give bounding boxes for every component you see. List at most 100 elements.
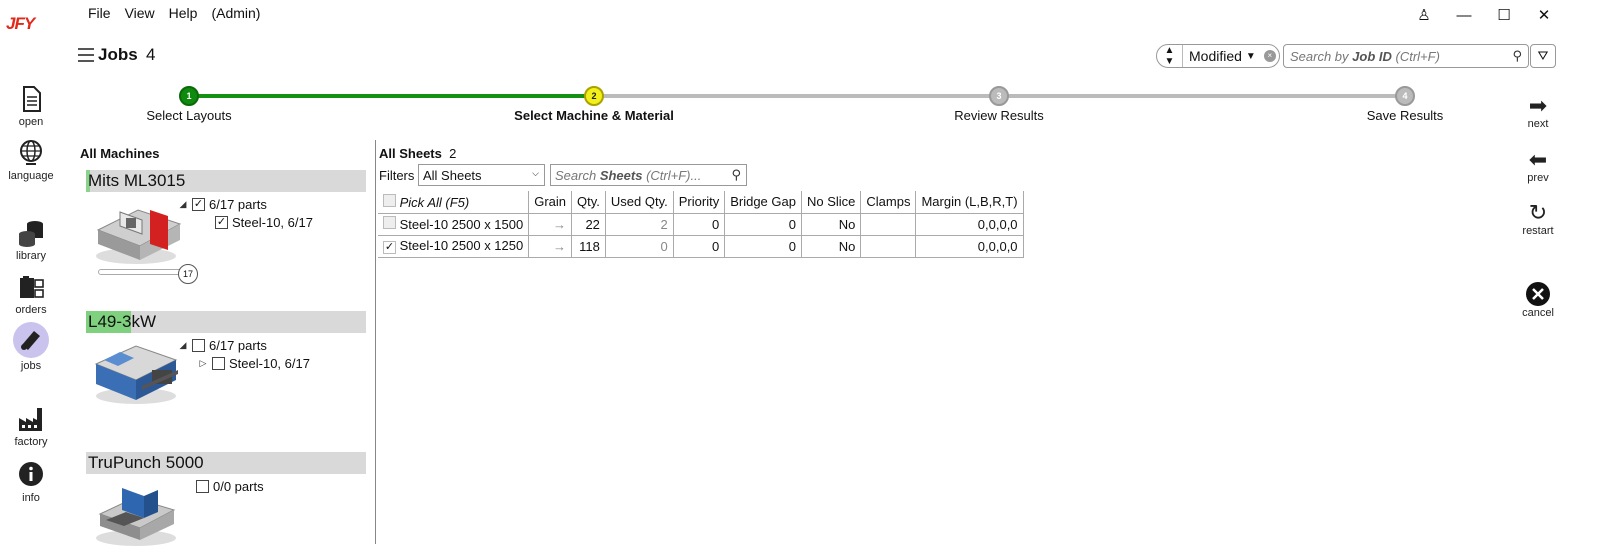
margin-cell[interactable]: 0,0,0,0 [915, 213, 1024, 236]
rail-open-button[interactable]: open [2, 84, 60, 128]
rail-label: library [16, 250, 46, 262]
machine-header[interactable]: L49-3kW [86, 311, 366, 333]
collapse-triangle-icon[interactable]: ◢ [178, 340, 188, 351]
rail-info-button[interactable]: info [2, 460, 60, 504]
column-header[interactable]: Used Qty. [605, 191, 674, 214]
pick-all-header[interactable]: Pick All (F5) [378, 191, 530, 214]
search-placeholder-suffix: (Ctrl+F) [1391, 49, 1440, 64]
factory-icon [19, 408, 42, 431]
maximize-button[interactable]: ☐ [1484, 4, 1524, 26]
sheet-checkbox[interactable] [383, 216, 396, 229]
grain-cell[interactable]: → [528, 213, 573, 236]
menu-view[interactable]: View [125, 5, 155, 21]
quantity-slider-track[interactable] [98, 269, 184, 275]
step-3-label: Review Results [954, 108, 1044, 123]
next-label: next [1527, 118, 1549, 130]
table-row[interactable]: Steel-10 2500 x 1500 → 22 2 0 0 No 0,0,0… [378, 213, 1024, 236]
menu-admin[interactable]: (Admin) [211, 5, 260, 21]
step-1-dot[interactable]: 1 [179, 86, 199, 106]
column-header[interactable]: Bridge Gap [724, 191, 802, 214]
sheet-name-cell: ✓ Steel-10 2500 x 1250 [378, 235, 530, 258]
search-placeholder-prefix: Search by [1290, 49, 1353, 64]
sort-direction-icon[interactable]: ▲ ▼ [1157, 45, 1183, 67]
job-search-input[interactable]: Search by Job ID (Ctrl+F) ⚲ [1283, 44, 1529, 68]
qty-cell[interactable]: 22 [571, 213, 606, 236]
menu-help[interactable]: Help [169, 5, 198, 21]
chevron-down-icon: ▼ [1245, 50, 1256, 62]
column-header[interactable]: Grain [528, 191, 573, 214]
bridge-gap-cell[interactable]: 0 [724, 213, 802, 236]
clamps-cell[interactable] [860, 213, 917, 236]
quantity-slider-knob[interactable]: 17 [178, 264, 198, 284]
step-3-dot[interactable]: 3 [989, 86, 1009, 106]
parts-checkbox[interactable] [192, 339, 205, 352]
bridge-gap-cell[interactable]: 0 [724, 235, 802, 258]
rail-language-button[interactable]: language [2, 138, 60, 182]
sheet-search-input[interactable]: Search Sheets (Ctrl+F)... ⚲ [550, 164, 747, 186]
material-checkbox[interactable] [212, 357, 225, 370]
next-button[interactable]: ➡ next [1516, 94, 1560, 131]
machine-2-parts-row: ◢ 6/17 parts [178, 338, 267, 353]
menu-file[interactable]: File [88, 5, 111, 21]
filter-button[interactable]: ⛛ [1530, 44, 1556, 68]
step-1-label: Select Layouts [146, 108, 232, 123]
used-qty-cell: 2 [605, 213, 674, 236]
step-4-dot[interactable]: 4 [1395, 86, 1415, 106]
sheet-checkbox[interactable]: ✓ [383, 241, 396, 254]
rail-library-button[interactable]: library [2, 218, 60, 262]
rail-orders-button[interactable]: orders [2, 272, 60, 316]
column-header[interactable]: No Slice [801, 191, 862, 214]
column-header[interactable]: Priority [673, 191, 726, 214]
machine-header[interactable]: TruPunch 5000 [86, 452, 366, 474]
parts-checkbox[interactable] [196, 480, 209, 493]
pick-all-checkbox[interactable] [383, 193, 396, 207]
restart-icon: ↻ [1528, 200, 1548, 225]
collapse-triangle-icon[interactable]: ◢ [178, 199, 188, 210]
sheet-filter-select[interactable]: All Sheets ⌵ [418, 164, 545, 186]
cancel-button[interactable]: cancel [1516, 281, 1560, 319]
clamps-cell[interactable] [860, 235, 917, 258]
margin-cell[interactable]: 0,0,0,0 [915, 235, 1024, 258]
minimize-button[interactable]: — [1444, 4, 1484, 26]
machine-name: TruPunch 5000 [88, 453, 204, 472]
clear-icon[interactable]: × [1263, 50, 1276, 62]
close-button[interactable]: ✕ [1524, 4, 1564, 26]
table-row[interactable]: ✓ Steel-10 2500 x 1250 → 118 0 0 0 No 0,… [378, 235, 1024, 258]
rail-jobs-button[interactable]: jobs [2, 322, 60, 372]
sort-selector[interactable]: ▲ ▼ Modified ▼ × [1156, 44, 1280, 68]
no-slice-cell[interactable]: No [801, 235, 862, 258]
machine-1-material-row: ✓ Steel-10, 6/17 [215, 215, 313, 230]
priority-cell[interactable]: 0 [673, 235, 726, 258]
sheet-search-prefix: Search [555, 168, 600, 183]
machine-3-parts-row: 0/0 parts [196, 479, 264, 494]
jobs-icon [13, 322, 49, 358]
panel-divider [375, 140, 376, 544]
column-header[interactable]: Margin (L,B,R,T) [915, 191, 1024, 214]
no-slice-cell[interactable]: No [801, 213, 862, 236]
column-header[interactable]: Clamps [860, 191, 917, 214]
priority-cell[interactable]: 0 [673, 213, 726, 236]
parts-checkbox[interactable]: ✓ [192, 198, 205, 211]
qty-cell[interactable]: 118 [571, 235, 606, 258]
expand-triangle-icon[interactable]: ▷ [198, 358, 208, 369]
material-checkbox[interactable]: ✓ [215, 216, 228, 229]
search-icon[interactable]: ⚲ [1512, 48, 1522, 64]
machine-image-laser [96, 209, 182, 264]
hamburger-icon[interactable] [78, 48, 94, 62]
column-header[interactable]: Qty. [571, 191, 606, 214]
sheet-filter-value: All Sheets [423, 168, 482, 183]
machine-1-parts-row: ◢ ✓ 6/17 parts [178, 197, 267, 212]
step-2-dot[interactable]: 2 [584, 86, 604, 106]
menu-bar: File View Help (Admin) [88, 5, 260, 21]
table-header-row: Pick All (F5) Grain Qty. Used Qty. Prior… [378, 191, 1024, 214]
search-icon[interactable]: ⚲ [731, 167, 741, 183]
machine-name-tag: L49-3 [86, 311, 132, 333]
sheets-count: 2 [449, 146, 457, 161]
user-icon[interactable]: ♙ [1404, 4, 1444, 26]
prev-button[interactable]: ⬅ prev [1516, 148, 1560, 185]
machine-header[interactable]: Mits ML3015 [86, 170, 366, 192]
grain-cell[interactable]: → [528, 235, 573, 258]
rail-factory-button[interactable]: factory [2, 404, 60, 448]
rail-label: factory [14, 436, 48, 448]
restart-button[interactable]: ↻ restart [1516, 200, 1560, 238]
